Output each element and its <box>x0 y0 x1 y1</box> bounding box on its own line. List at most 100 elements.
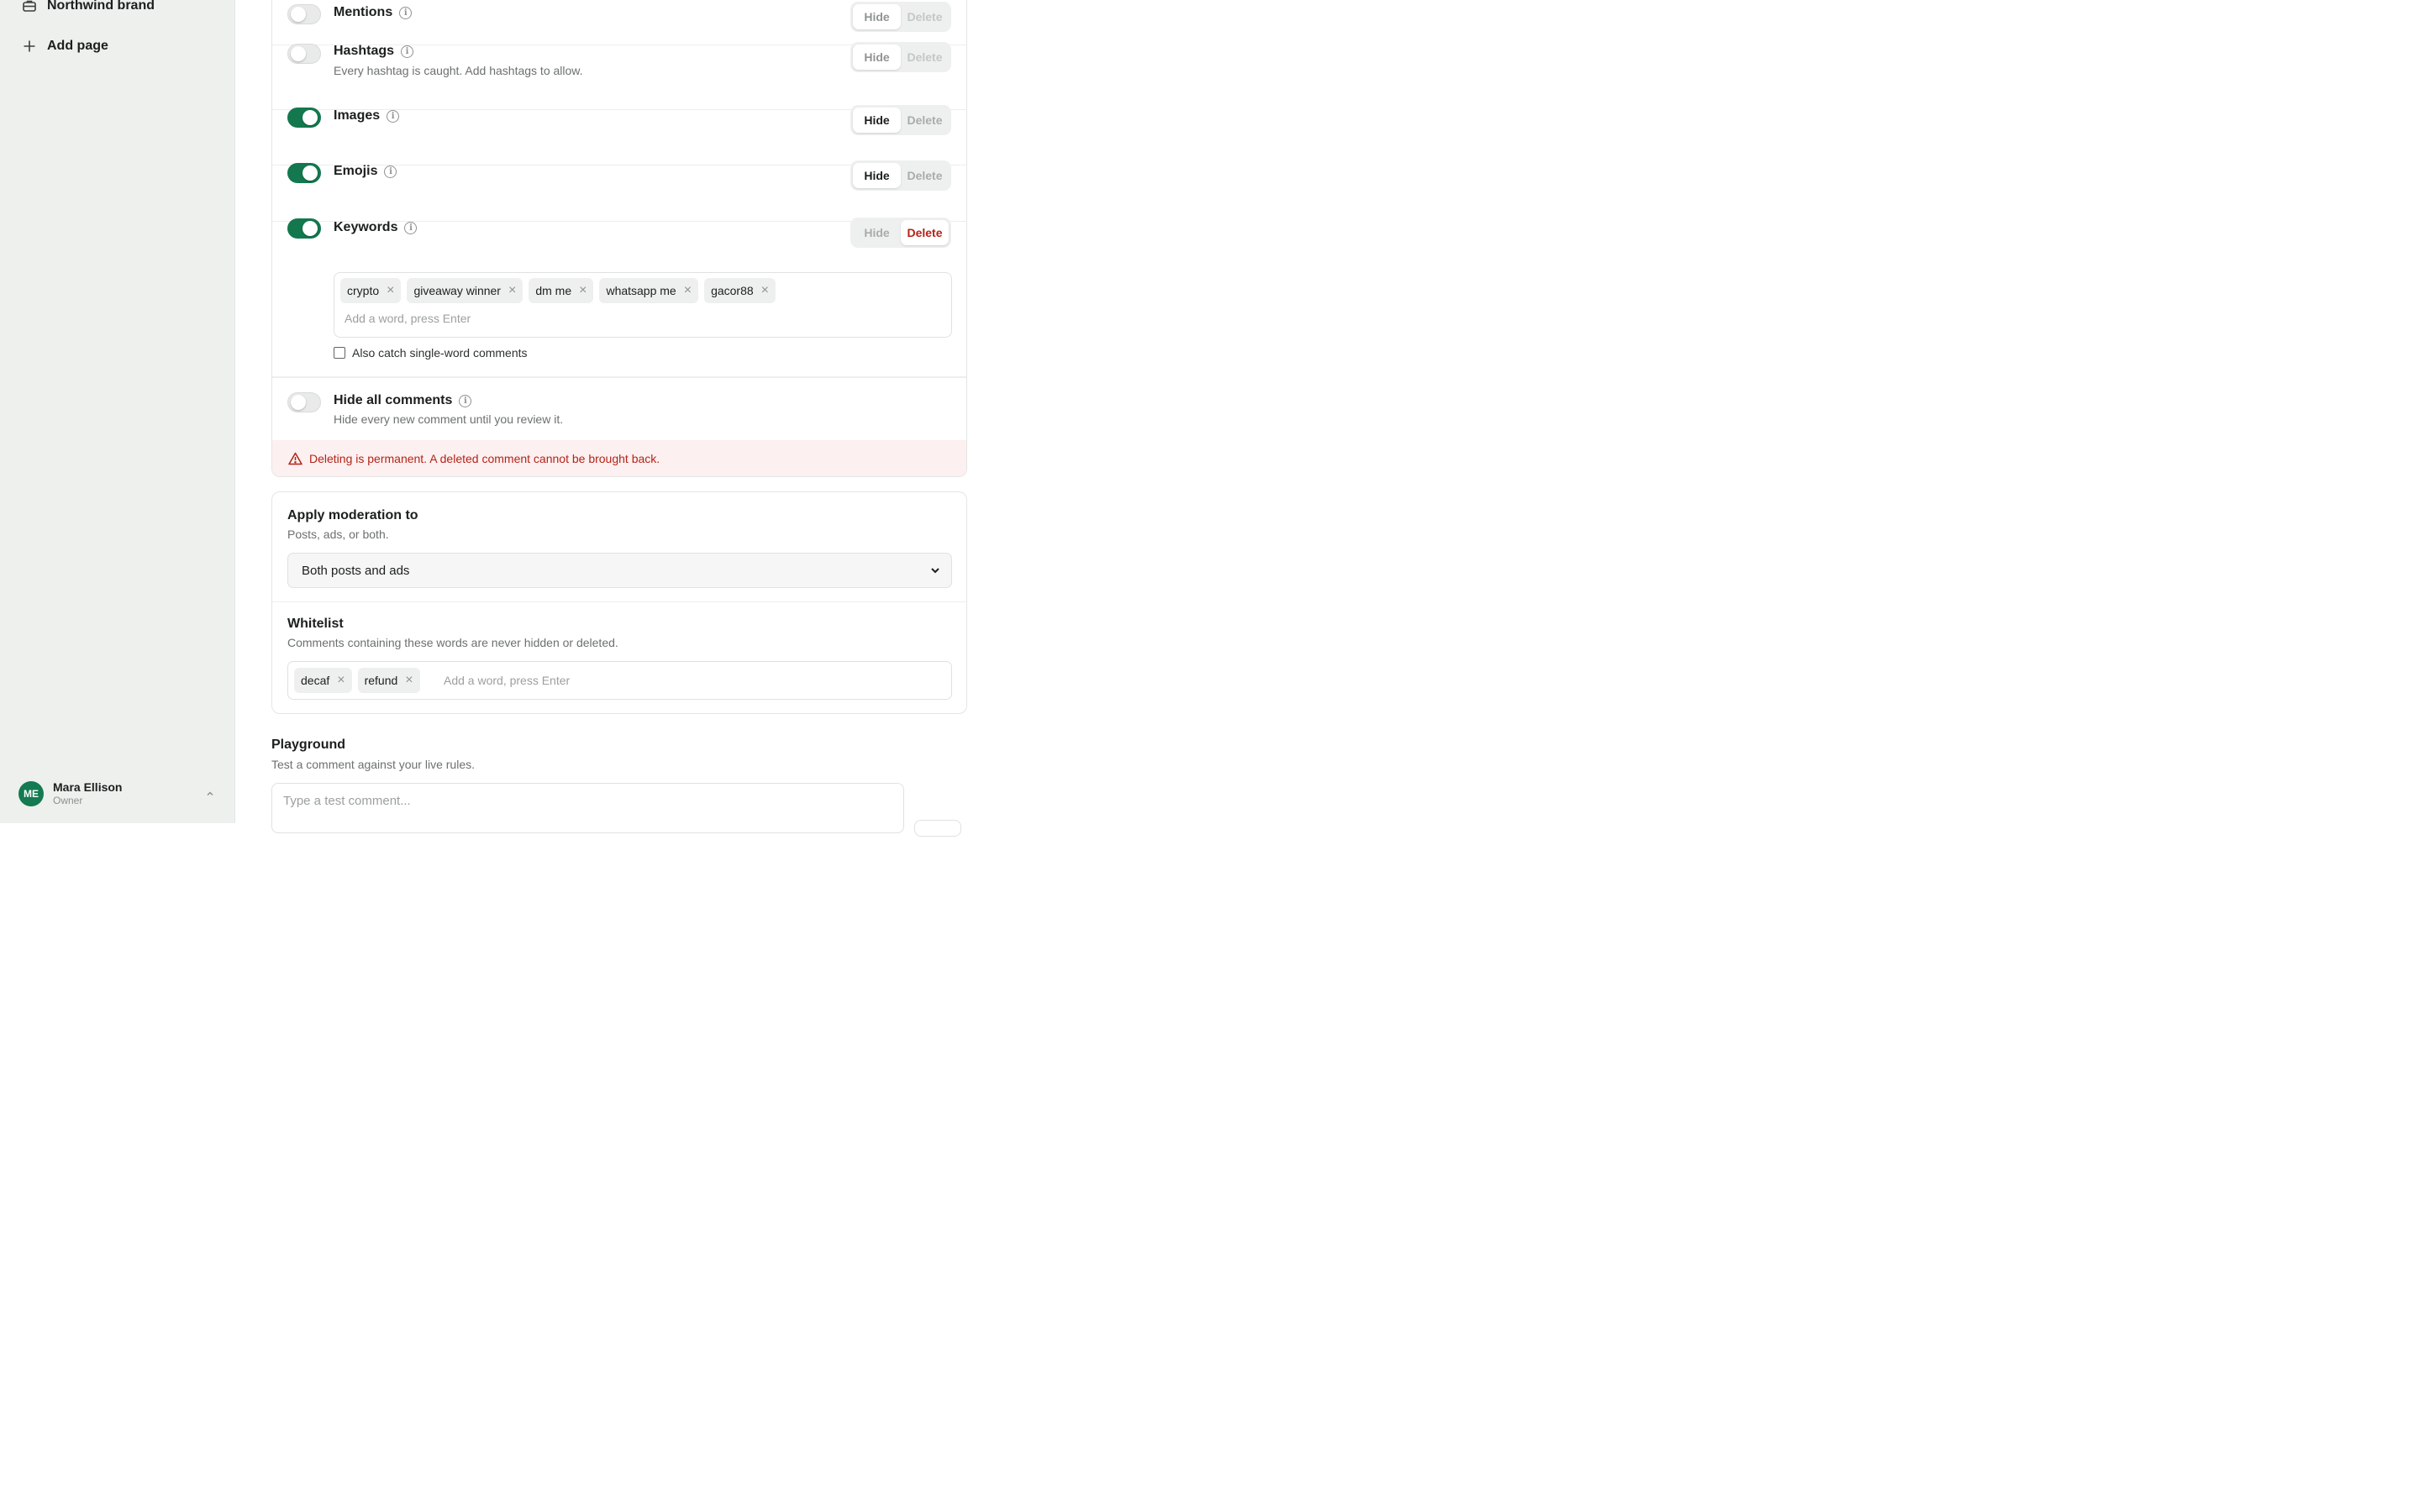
keywords-action-toggle: Hide Delete <box>850 218 951 248</box>
warning-text: Deleting is permanent. A deleted comment… <box>309 452 660 465</box>
chip-label: refund <box>364 674 398 687</box>
sidebar-item-label: Northwind brand <box>47 0 155 13</box>
keyword-input[interactable] <box>345 312 681 325</box>
hashtags-toggle[interactable] <box>287 44 321 64</box>
hide-option[interactable]: Hide <box>853 220 901 245</box>
remove-chip-icon[interactable]: × <box>508 284 516 297</box>
user-name: Mara Ellison <box>53 780 123 794</box>
user-menu[interactable]: ME Mara Ellison Owner <box>18 780 220 808</box>
divider <box>272 601 966 602</box>
info-icon[interactable]: i <box>404 221 418 234</box>
chevron-down-icon <box>931 568 939 574</box>
whitelist-chip: refund × <box>357 668 420 693</box>
images-toggle[interactable] <box>287 108 321 128</box>
apply-scope-select[interactable]: Both posts and ads <box>287 553 952 588</box>
moderation-rules-card: Mentions i Hide Delete Hashtags i Every … <box>271 0 967 477</box>
hide-all-toggle[interactable] <box>287 392 321 412</box>
rule-title-text: Keywords <box>334 220 398 234</box>
keywords-input-box[interactable]: crypto × giveaway winner × dm me × whatsapp… <box>334 272 952 338</box>
whitelist-input[interactable] <box>444 674 780 687</box>
single-word-checkbox[interactable] <box>334 347 345 359</box>
rule-row-mentions: Mentions i Hide Delete <box>272 0 966 45</box>
info-icon[interactable]: i <box>399 6 413 19</box>
chip-label: whatsapp me <box>606 284 676 297</box>
chip-label: giveaway winner <box>413 284 501 297</box>
rule-row-hashtags: Hashtags i Every hashtag is caught. Add … <box>272 42 966 110</box>
rule-title-emojis: Emojis i <box>334 164 397 179</box>
rule-title-hide-all: Hide all comments i <box>334 393 472 408</box>
hashtags-description: Every hashtag is caught. Add hashtags to… <box>334 64 583 77</box>
briefcase-icon <box>23 0 36 12</box>
whitelist-input-box[interactable]: decaf × refund × <box>287 661 952 700</box>
keyword-chip: whatsapp me × <box>599 278 699 303</box>
info-icon[interactable]: i <box>401 45 414 58</box>
hide-option[interactable]: Hide <box>853 108 901 133</box>
sidebar-item-northwind-brand[interactable]: Northwind brand <box>22 0 155 13</box>
remove-chip-icon[interactable]: × <box>387 284 394 297</box>
single-word-option[interactable]: Also catch single-word comments <box>334 346 528 360</box>
rule-title-text: Images <box>334 108 381 123</box>
keyword-chips: crypto × giveaway winner × dm me × whatsapp… <box>340 278 776 303</box>
rule-title-text: Hide all comments <box>334 393 453 407</box>
images-action-toggle: Hide Delete <box>850 105 951 135</box>
hashtags-action-toggle: Hide Delete <box>850 42 951 72</box>
whitelist-description: Comments containing these words are neve… <box>287 636 618 649</box>
delete-option[interactable]: Delete <box>901 45 949 70</box>
rule-title-text: Hashtags <box>334 44 395 58</box>
chip-label: crypto <box>347 284 380 297</box>
info-icon[interactable]: i <box>459 394 472 407</box>
delete-option[interactable]: Delete <box>901 4 949 29</box>
single-word-label: Also catch single-word comments <box>352 346 528 360</box>
apply-description: Posts, ads, or both. <box>287 528 389 541</box>
whitelist-title: Whitelist <box>287 617 344 631</box>
keyword-chip: crypto × <box>340 278 402 303</box>
keyword-chip: dm me × <box>529 278 594 303</box>
rule-row-hide-all: Hide all comments i Hide every new comme… <box>272 377 966 441</box>
emojis-action-toggle: Hide Delete <box>850 160 951 191</box>
apply-whitelist-card: Apply moderation to Posts, ads, or both.… <box>271 491 967 714</box>
warning-triangle-icon <box>288 452 302 465</box>
chip-label: decaf <box>301 674 330 687</box>
rule-title-images: Images i <box>334 108 400 123</box>
playground-description: Test a comment against your live rules. <box>271 758 475 771</box>
delete-option[interactable]: Delete <box>901 108 949 133</box>
delete-option[interactable]: Delete <box>901 220 949 245</box>
chip-label: dm me <box>535 284 572 297</box>
avatar: ME <box>18 781 44 806</box>
hide-option[interactable]: Hide <box>853 45 901 70</box>
chip-label: gacor88 <box>711 284 754 297</box>
remove-chip-icon[interactable]: × <box>579 284 587 297</box>
playground-test-button[interactable] <box>914 820 961 837</box>
rule-title-text: Mentions <box>334 5 393 19</box>
remove-chip-icon[interactable]: × <box>684 284 692 297</box>
plus-icon <box>24 40 35 52</box>
rule-title-keywords: Keywords i <box>334 220 418 235</box>
sidebar-item-label: Add page <box>47 39 108 53</box>
remove-chip-icon[interactable]: × <box>761 284 769 297</box>
rule-row-emojis: Emojis i Hide Delete <box>272 160 966 222</box>
hide-option[interactable]: Hide <box>853 4 901 29</box>
emojis-toggle[interactable] <box>287 163 321 183</box>
keyword-chip: giveaway winner × <box>407 278 523 303</box>
delete-option[interactable]: Delete <box>901 163 949 188</box>
keywords-toggle[interactable] <box>287 218 321 239</box>
remove-chip-icon[interactable]: × <box>337 674 345 687</box>
hide-all-description: Hide every new comment until you review … <box>334 412 564 426</box>
rule-title-text: Emojis <box>334 164 378 178</box>
user-role: Owner <box>53 795 83 806</box>
remove-chip-icon[interactable]: × <box>405 674 413 687</box>
playground-title: Playground <box>271 738 346 752</box>
playground-input[interactable] <box>271 783 904 833</box>
delete-warning-banner: Deleting is permanent. A deleted comment… <box>272 440 966 476</box>
apply-scope-value: Both posts and ads <box>302 563 410 578</box>
mentions-toggle[interactable] <box>287 4 321 24</box>
sidebar: Northwind brand Add page ME Mara Ellison… <box>0 0 235 823</box>
sidebar-item-add-page[interactable]: Add page <box>22 39 108 54</box>
rule-title-hashtags: Hashtags i <box>334 44 414 59</box>
keyword-chip: gacor88 × <box>704 278 776 303</box>
info-icon[interactable]: i <box>384 165 397 178</box>
rule-title-mentions: Mentions i <box>334 5 413 20</box>
mentions-action-toggle: Hide Delete <box>850 2 951 32</box>
hide-option[interactable]: Hide <box>853 163 901 188</box>
info-icon[interactable]: i <box>387 109 400 123</box>
